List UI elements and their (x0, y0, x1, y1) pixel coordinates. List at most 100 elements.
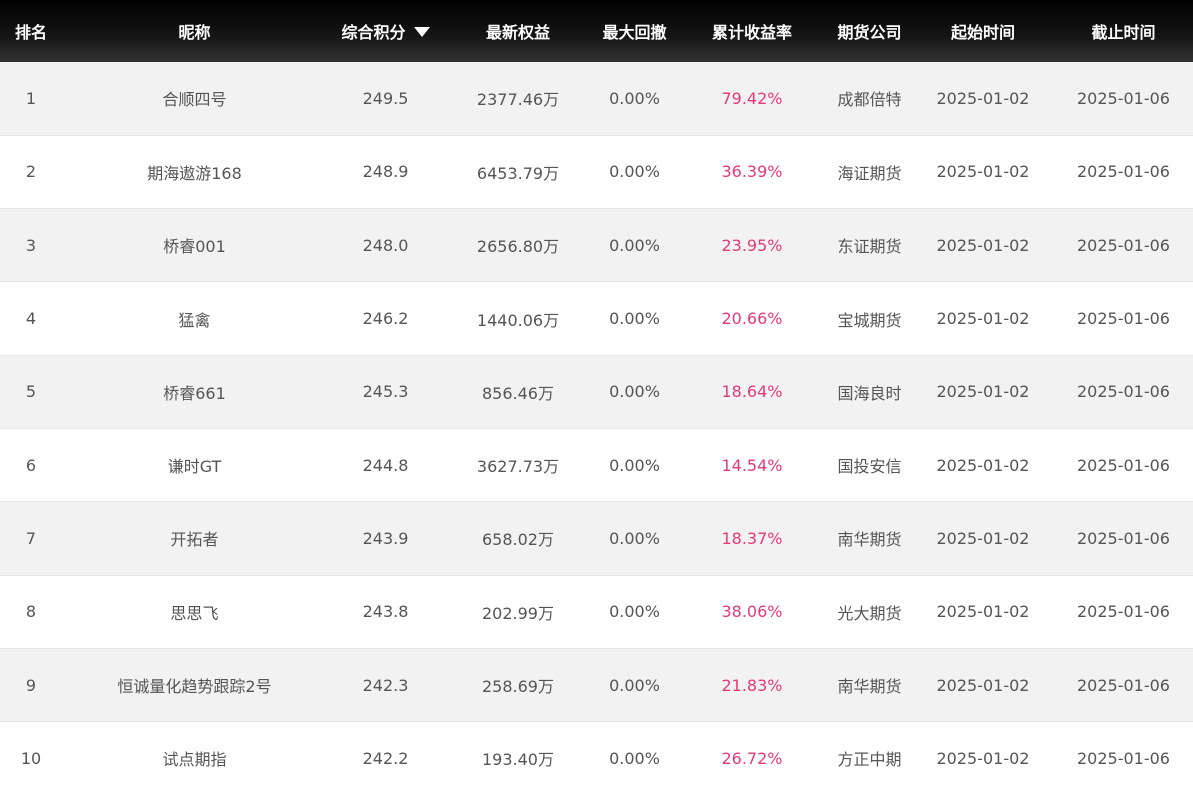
cell-drawdown: 0.00% (592, 575, 677, 649)
table-row[interactable]: 7 开拓者 243.9 658.02万 0.00% 18.37% 南华期货 2025-01-0… (0, 501, 1193, 576)
table-row[interactable]: 4 猛禽 246.2 1440.06万 0.00% 20.66% 宝城期货 2025-01-0… (0, 281, 1193, 356)
header-end[interactable]: 截止时间 (1054, 0, 1193, 62)
table-row[interactable]: 10 试点期指 242.2 193.40万 0.00% 26.72% 方正中期 2025-01… (0, 721, 1193, 793)
header-broker[interactable]: 期货公司 (827, 0, 912, 62)
cell-end-date: 2025-01-06 (1054, 648, 1193, 723)
cell-nickname[interactable]: 思思飞 (62, 575, 327, 649)
table-row[interactable]: 5 桥睿661 245.3 856.46万 0.00% 18.64% 国海良时 2025-01… (0, 355, 1193, 429)
cell-equity: 258.69万 (444, 648, 592, 723)
cell-nickname[interactable]: 谦时GT (62, 428, 327, 503)
ranking-table-container: 排名 昵称 综合积分 最新权益 最大回撤 累计收益率 期货公司 起始时间 截止时… (0, 0, 1193, 793)
cell-equity: 3627.73万 (444, 428, 592, 503)
cell-start-date: 2025-01-02 (912, 208, 1054, 283)
cell-nickname[interactable]: 试点期指 (62, 721, 327, 793)
cell-end-date: 2025-01-06 (1054, 208, 1193, 283)
cell-equity: 202.99万 (444, 575, 592, 649)
cell-drawdown: 0.00% (592, 208, 677, 283)
cell-return-rate: 21.83% (677, 648, 827, 723)
cell-equity: 6453.79万 (444, 135, 592, 210)
header-nickname[interactable]: 昵称 (62, 0, 327, 62)
cell-nickname[interactable]: 桥睿001 (62, 208, 327, 283)
header-score-label: 综合积分 (341, 23, 406, 42)
cell-broker: 南华期货 (827, 648, 912, 723)
cell-score: 248.9 (327, 135, 444, 210)
cell-drawdown: 0.00% (592, 428, 677, 503)
cell-return-rate: 26.72% (677, 721, 827, 793)
cell-equity: 856.46万 (444, 355, 592, 429)
cell-end-date: 2025-01-06 (1054, 721, 1193, 793)
cell-return-rate: 23.95% (677, 208, 827, 283)
cell-end-date: 2025-01-06 (1054, 62, 1193, 136)
cell-score: 242.3 (327, 648, 444, 723)
header-return-rate[interactable]: 累计收益率 (677, 0, 827, 62)
cell-rank: 8 (0, 575, 62, 649)
cell-nickname[interactable]: 合顺四号 (62, 62, 327, 136)
cell-return-rate: 18.37% (677, 501, 827, 576)
cell-return-rate: 14.54% (677, 428, 827, 503)
cell-start-date: 2025-01-02 (912, 501, 1054, 576)
cell-drawdown: 0.00% (592, 648, 677, 723)
cell-return-rate: 36.39% (677, 135, 827, 210)
cell-rank: 7 (0, 501, 62, 576)
cell-drawdown: 0.00% (592, 355, 677, 429)
cell-nickname[interactable]: 恒诚量化趋势跟踪2号 (62, 648, 327, 723)
cell-end-date: 2025-01-06 (1054, 135, 1193, 210)
cell-start-date: 2025-01-02 (912, 648, 1054, 723)
cell-nickname[interactable]: 期海遨游168 (62, 135, 327, 210)
cell-start-date: 2025-01-02 (912, 575, 1054, 649)
cell-score: 244.8 (327, 428, 444, 503)
cell-drawdown: 0.00% (592, 135, 677, 210)
table-body: 1 合顺四号 249.5 2377.46万 0.00% 79.42% 成都倍特 2025-01… (0, 62, 1193, 793)
table-row[interactable]: 9 恒诚量化趋势跟踪2号 242.3 258.69万 0.00% 21.83% 南华期货 20… (0, 648, 1193, 723)
table-row[interactable]: 1 合顺四号 249.5 2377.46万 0.00% 79.42% 成都倍特 2025-01… (0, 62, 1193, 136)
cell-score: 246.2 (327, 281, 444, 356)
cell-start-date: 2025-01-02 (912, 355, 1054, 429)
cell-score: 243.9 (327, 501, 444, 576)
cell-rank: 1 (0, 62, 62, 136)
header-rank[interactable]: 排名 (0, 0, 62, 62)
table-row[interactable]: 8 思思飞 243.8 202.99万 0.00% 38.06% 光大期货 2025-01-0… (0, 575, 1193, 649)
ranking-table: 排名 昵称 综合积分 最新权益 最大回撤 累计收益率 期货公司 起始时间 截止时… (0, 0, 1193, 793)
header-equity[interactable]: 最新权益 (444, 0, 592, 62)
table-row[interactable]: 3 桥睿001 248.0 2656.80万 0.00% 23.95% 东证期货 2025-0… (0, 208, 1193, 283)
cell-rank: 5 (0, 355, 62, 429)
cell-return-rate: 38.06% (677, 575, 827, 649)
header-start[interactable]: 起始时间 (912, 0, 1054, 62)
header-row: 排名 昵称 综合积分 最新权益 最大回撤 累计收益率 期货公司 起始时间 截止时… (0, 0, 1193, 62)
cell-start-date: 2025-01-02 (912, 428, 1054, 503)
cell-end-date: 2025-01-06 (1054, 355, 1193, 429)
cell-equity: 2656.80万 (444, 208, 592, 283)
cell-broker: 南华期货 (827, 501, 912, 576)
cell-equity: 193.40万 (444, 721, 592, 793)
cell-broker: 国海良时 (827, 355, 912, 429)
cell-return-rate: 20.66% (677, 281, 827, 356)
cell-rank: 2 (0, 135, 62, 210)
cell-score: 248.0 (327, 208, 444, 283)
header-drawdown[interactable]: 最大回撤 (592, 0, 677, 62)
header-score[interactable]: 综合积分 (327, 0, 444, 62)
cell-broker: 光大期货 (827, 575, 912, 649)
cell-end-date: 2025-01-06 (1054, 575, 1193, 649)
cell-nickname[interactable]: 猛禽 (62, 281, 327, 356)
cell-score: 242.2 (327, 721, 444, 793)
cell-score: 249.5 (327, 62, 444, 136)
cell-nickname[interactable]: 开拓者 (62, 501, 327, 576)
cell-rank: 9 (0, 648, 62, 723)
cell-rank: 10 (0, 721, 62, 793)
cell-broker: 国投安信 (827, 428, 912, 503)
table-row[interactable]: 2 期海遨游168 248.9 6453.79万 0.00% 36.39% 海证期货 2025… (0, 135, 1193, 210)
table-row[interactable]: 6 谦时GT 244.8 3627.73万 0.00% 14.54% 国投安信 2025-01… (0, 428, 1193, 503)
cell-drawdown: 0.00% (592, 501, 677, 576)
triangle-down-icon[interactable] (413, 26, 430, 37)
cell-start-date: 2025-01-02 (912, 721, 1054, 793)
cell-nickname[interactable]: 桥睿661 (62, 355, 327, 429)
cell-return-rate: 18.64% (677, 355, 827, 429)
cell-end-date: 2025-01-06 (1054, 281, 1193, 356)
cell-broker: 东证期货 (827, 208, 912, 283)
cell-end-date: 2025-01-06 (1054, 501, 1193, 576)
cell-drawdown: 0.00% (592, 62, 677, 136)
cell-equity: 2377.46万 (444, 62, 592, 136)
cell-start-date: 2025-01-02 (912, 135, 1054, 210)
cell-score: 245.3 (327, 355, 444, 429)
cell-rank: 4 (0, 281, 62, 356)
